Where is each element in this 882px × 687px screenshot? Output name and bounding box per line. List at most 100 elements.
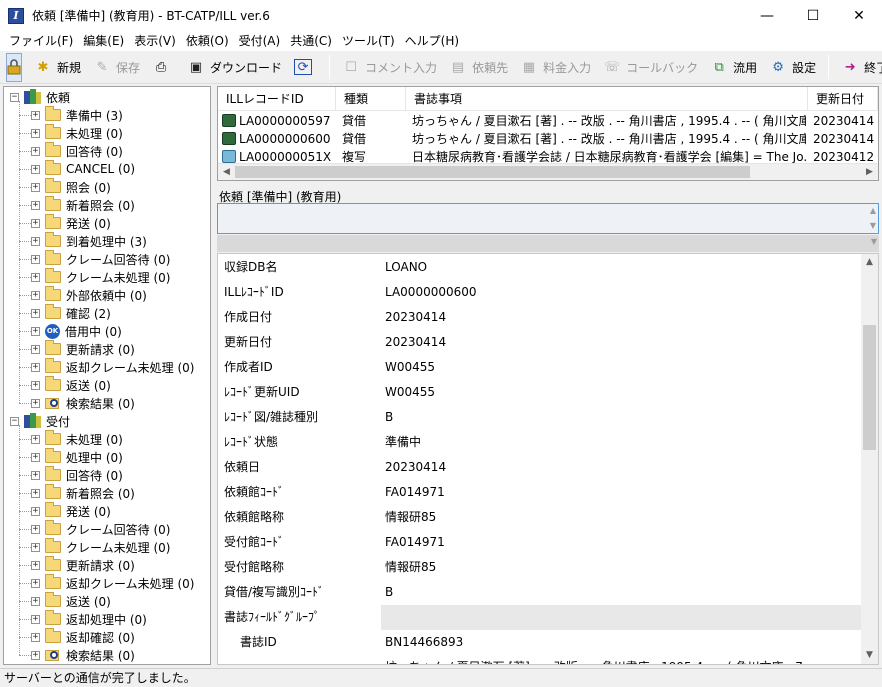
request-item[interactable]: + クレーム未処理 (0) xyxy=(31,268,170,286)
expand-icon[interactable]: + xyxy=(31,632,40,642)
expand-icon[interactable]: + xyxy=(31,236,40,246)
expand-icon[interactable]: + xyxy=(31,380,40,390)
property-row[interactable]: 受付館略称 情報研85 xyxy=(218,555,861,580)
request-item[interactable]: + 検索結果 (0) xyxy=(31,394,135,412)
menu-tools[interactable]: ツール(T) xyxy=(337,31,400,51)
property-row[interactable]: ILLﾚｺｰﾄﾞID LA0000000600 xyxy=(218,280,861,305)
property-value[interactable]: BN14466893 xyxy=(380,630,861,655)
property-value[interactable]: 坊っちゃん / 夏目漱石 [著] . -- 改版 . -- 角川書店 , 199… xyxy=(380,655,861,664)
property-value[interactable]: 20230414 xyxy=(380,330,861,355)
property-row[interactable]: 作成日付 20230414 xyxy=(218,305,861,330)
property-row[interactable]: 依頼館略称 情報研85 xyxy=(218,505,861,530)
expand-icon[interactable]: + xyxy=(31,218,40,228)
save-button[interactable]: ✎ 保存 xyxy=(87,54,146,80)
property-row[interactable]: 坊っちゃん / 夏目漱石 [著] . -- 改版 . -- 角川書店 , 199… xyxy=(218,655,861,664)
property-row[interactable]: 書誌ﾌｨｰﾙﾄﾞｸﾞﾙｰﾌﾟ xyxy=(218,605,861,630)
accept-item[interactable]: + 処理中 (0) xyxy=(31,448,123,466)
accept-item[interactable]: + 返却クレーム未処理 (0) xyxy=(31,574,194,592)
expand-icon[interactable]: + xyxy=(31,110,40,120)
expand-icon[interactable]: + xyxy=(31,596,40,606)
property-value[interactable]: 情報研85 xyxy=(380,555,861,580)
reuse-button[interactable]: ⧉ 流用 xyxy=(704,54,763,80)
download-button[interactable]: ▣ ダウンロード xyxy=(181,54,288,80)
property-value[interactable] xyxy=(380,605,861,630)
property-row[interactable]: 貸借/複写識別ｺｰﾄﾞ B xyxy=(218,580,861,605)
expand-icon[interactable]: + xyxy=(31,614,40,624)
grid-vertical-scrollbar[interactable]: ▲ ▼ xyxy=(861,254,878,664)
collapse-icon[interactable]: ▼ xyxy=(871,237,877,246)
scroll-down-icon[interactable]: ▼ xyxy=(861,647,878,664)
property-value[interactable]: LOANO xyxy=(380,255,861,280)
scroll-up-icon[interactable]: ▲ xyxy=(870,206,876,215)
scroll-right-icon[interactable]: ▶ xyxy=(861,164,878,180)
detail-memo-field[interactable]: ▲ ▼ xyxy=(217,203,879,234)
request-item[interactable]: + 返却クレーム未処理 (0) xyxy=(31,358,194,376)
scroll-down-icon[interactable]: ▼ xyxy=(870,221,876,230)
expand-icon[interactable]: + xyxy=(31,182,40,192)
accept-item[interactable]: + 発送 (0) xyxy=(31,502,111,520)
scroll-up-icon[interactable]: ▲ xyxy=(861,254,878,271)
expand-icon[interactable]: + xyxy=(31,434,40,444)
property-value[interactable]: 準備中 xyxy=(380,430,861,455)
property-value[interactable]: 情報研85 xyxy=(380,505,861,530)
collapse-icon[interactable]: − xyxy=(10,416,19,426)
scroll-thumb[interactable] xyxy=(863,325,876,450)
minimize-button[interactable]: — xyxy=(744,0,790,31)
expand-icon[interactable]: + xyxy=(31,146,40,156)
property-row[interactable]: 書誌ID BN14466893 xyxy=(218,630,861,655)
menu-accept[interactable]: 受付(A) xyxy=(234,31,286,51)
property-row[interactable]: 受付館ｺｰﾄﾞ FA014971 xyxy=(218,530,861,555)
expand-icon[interactable]: + xyxy=(31,560,40,570)
accept-item[interactable]: + クレーム回答待 (0) xyxy=(31,520,170,538)
accept-item[interactable]: + 未処理 (0) xyxy=(31,430,123,448)
column-header-id[interactable]: ILLレコードID xyxy=(218,87,336,111)
expand-icon[interactable]: + xyxy=(31,362,40,372)
list-horizontal-scrollbar[interactable]: ◀ ▶ xyxy=(218,163,878,180)
callback-button[interactable]: ☏ コールバック xyxy=(597,54,704,80)
property-value[interactable]: B xyxy=(380,405,861,430)
expand-icon[interactable]: + xyxy=(31,164,40,174)
print-button[interactable]: ⎙ xyxy=(146,54,181,80)
table-row[interactable]: LA0000000600 貸借 坊っちゃん / 夏目漱石 [著] . -- 改版 .… xyxy=(218,130,878,148)
expand-icon[interactable]: + xyxy=(31,344,40,354)
property-value[interactable]: B xyxy=(380,580,861,605)
fee-button[interactable]: ▦ 料金入力 xyxy=(514,54,597,80)
request-item[interactable]: + 更新請求 (0) xyxy=(31,340,135,358)
expand-icon[interactable]: + xyxy=(31,542,40,552)
expand-icon[interactable]: + xyxy=(31,272,40,282)
property-row[interactable]: ﾚｺｰﾄﾞ更新UID W00455 xyxy=(218,380,861,405)
request-item[interactable]: + 返送 (0) xyxy=(31,376,111,394)
maximize-button[interactable]: ☐ xyxy=(790,0,836,31)
accept-item[interactable]: + 返送 (0) xyxy=(31,592,111,610)
expand-icon[interactable]: + xyxy=(31,326,40,336)
property-row[interactable]: ﾚｺｰﾄﾞ図/雑誌種別 B xyxy=(218,405,861,430)
property-row[interactable]: 依頼日 20230414 xyxy=(218,455,861,480)
expand-icon[interactable]: + xyxy=(31,578,40,588)
refresh-button[interactable]: ⟳ xyxy=(288,54,323,80)
request-item[interactable]: + クレーム回答待 (0) xyxy=(31,250,170,268)
accept-item[interactable]: + 返却確認 (0) xyxy=(31,628,135,646)
property-row[interactable]: 収録DB名 LOANO xyxy=(218,255,861,280)
request-item[interactable]: + 到着処理中 (3) xyxy=(31,232,147,250)
property-row[interactable]: 依頼館ｺｰﾄﾞ FA014971 xyxy=(218,480,861,505)
property-value[interactable]: 20230414 xyxy=(380,305,861,330)
property-value[interactable]: W00455 xyxy=(380,380,861,405)
property-row[interactable]: 作成者ID W00455 xyxy=(218,355,861,380)
request-item[interactable]: + 照会 (0) xyxy=(31,178,111,196)
menu-file[interactable]: ファイル(F) xyxy=(4,31,78,51)
request-item[interactable]: + CANCEL (0) xyxy=(31,160,135,178)
new-button[interactable]: ✱ 新規 xyxy=(28,54,87,80)
scroll-thumb[interactable] xyxy=(235,166,750,178)
expand-icon[interactable]: + xyxy=(31,650,40,660)
menu-request[interactable]: 依頼(O) xyxy=(181,31,234,51)
accept-item[interactable]: + 検索結果 (0) xyxy=(31,646,135,664)
menu-common[interactable]: 共通(C) xyxy=(285,31,337,51)
property-value[interactable]: W00455 xyxy=(380,355,861,380)
table-row[interactable]: LA0000000597 貸借 坊っちゃん / 夏目漱石 [著] . -- 改版 .… xyxy=(218,112,878,130)
expand-icon[interactable]: + xyxy=(31,452,40,462)
expand-icon[interactable]: + xyxy=(31,128,40,138)
request-item[interactable]: + 未処理 (0) xyxy=(31,124,123,142)
column-header-updated[interactable]: 更新日付 xyxy=(808,87,878,111)
collapse-icon[interactable]: − xyxy=(10,92,19,102)
request-item[interactable]: + 回答待 (0) xyxy=(31,142,123,160)
